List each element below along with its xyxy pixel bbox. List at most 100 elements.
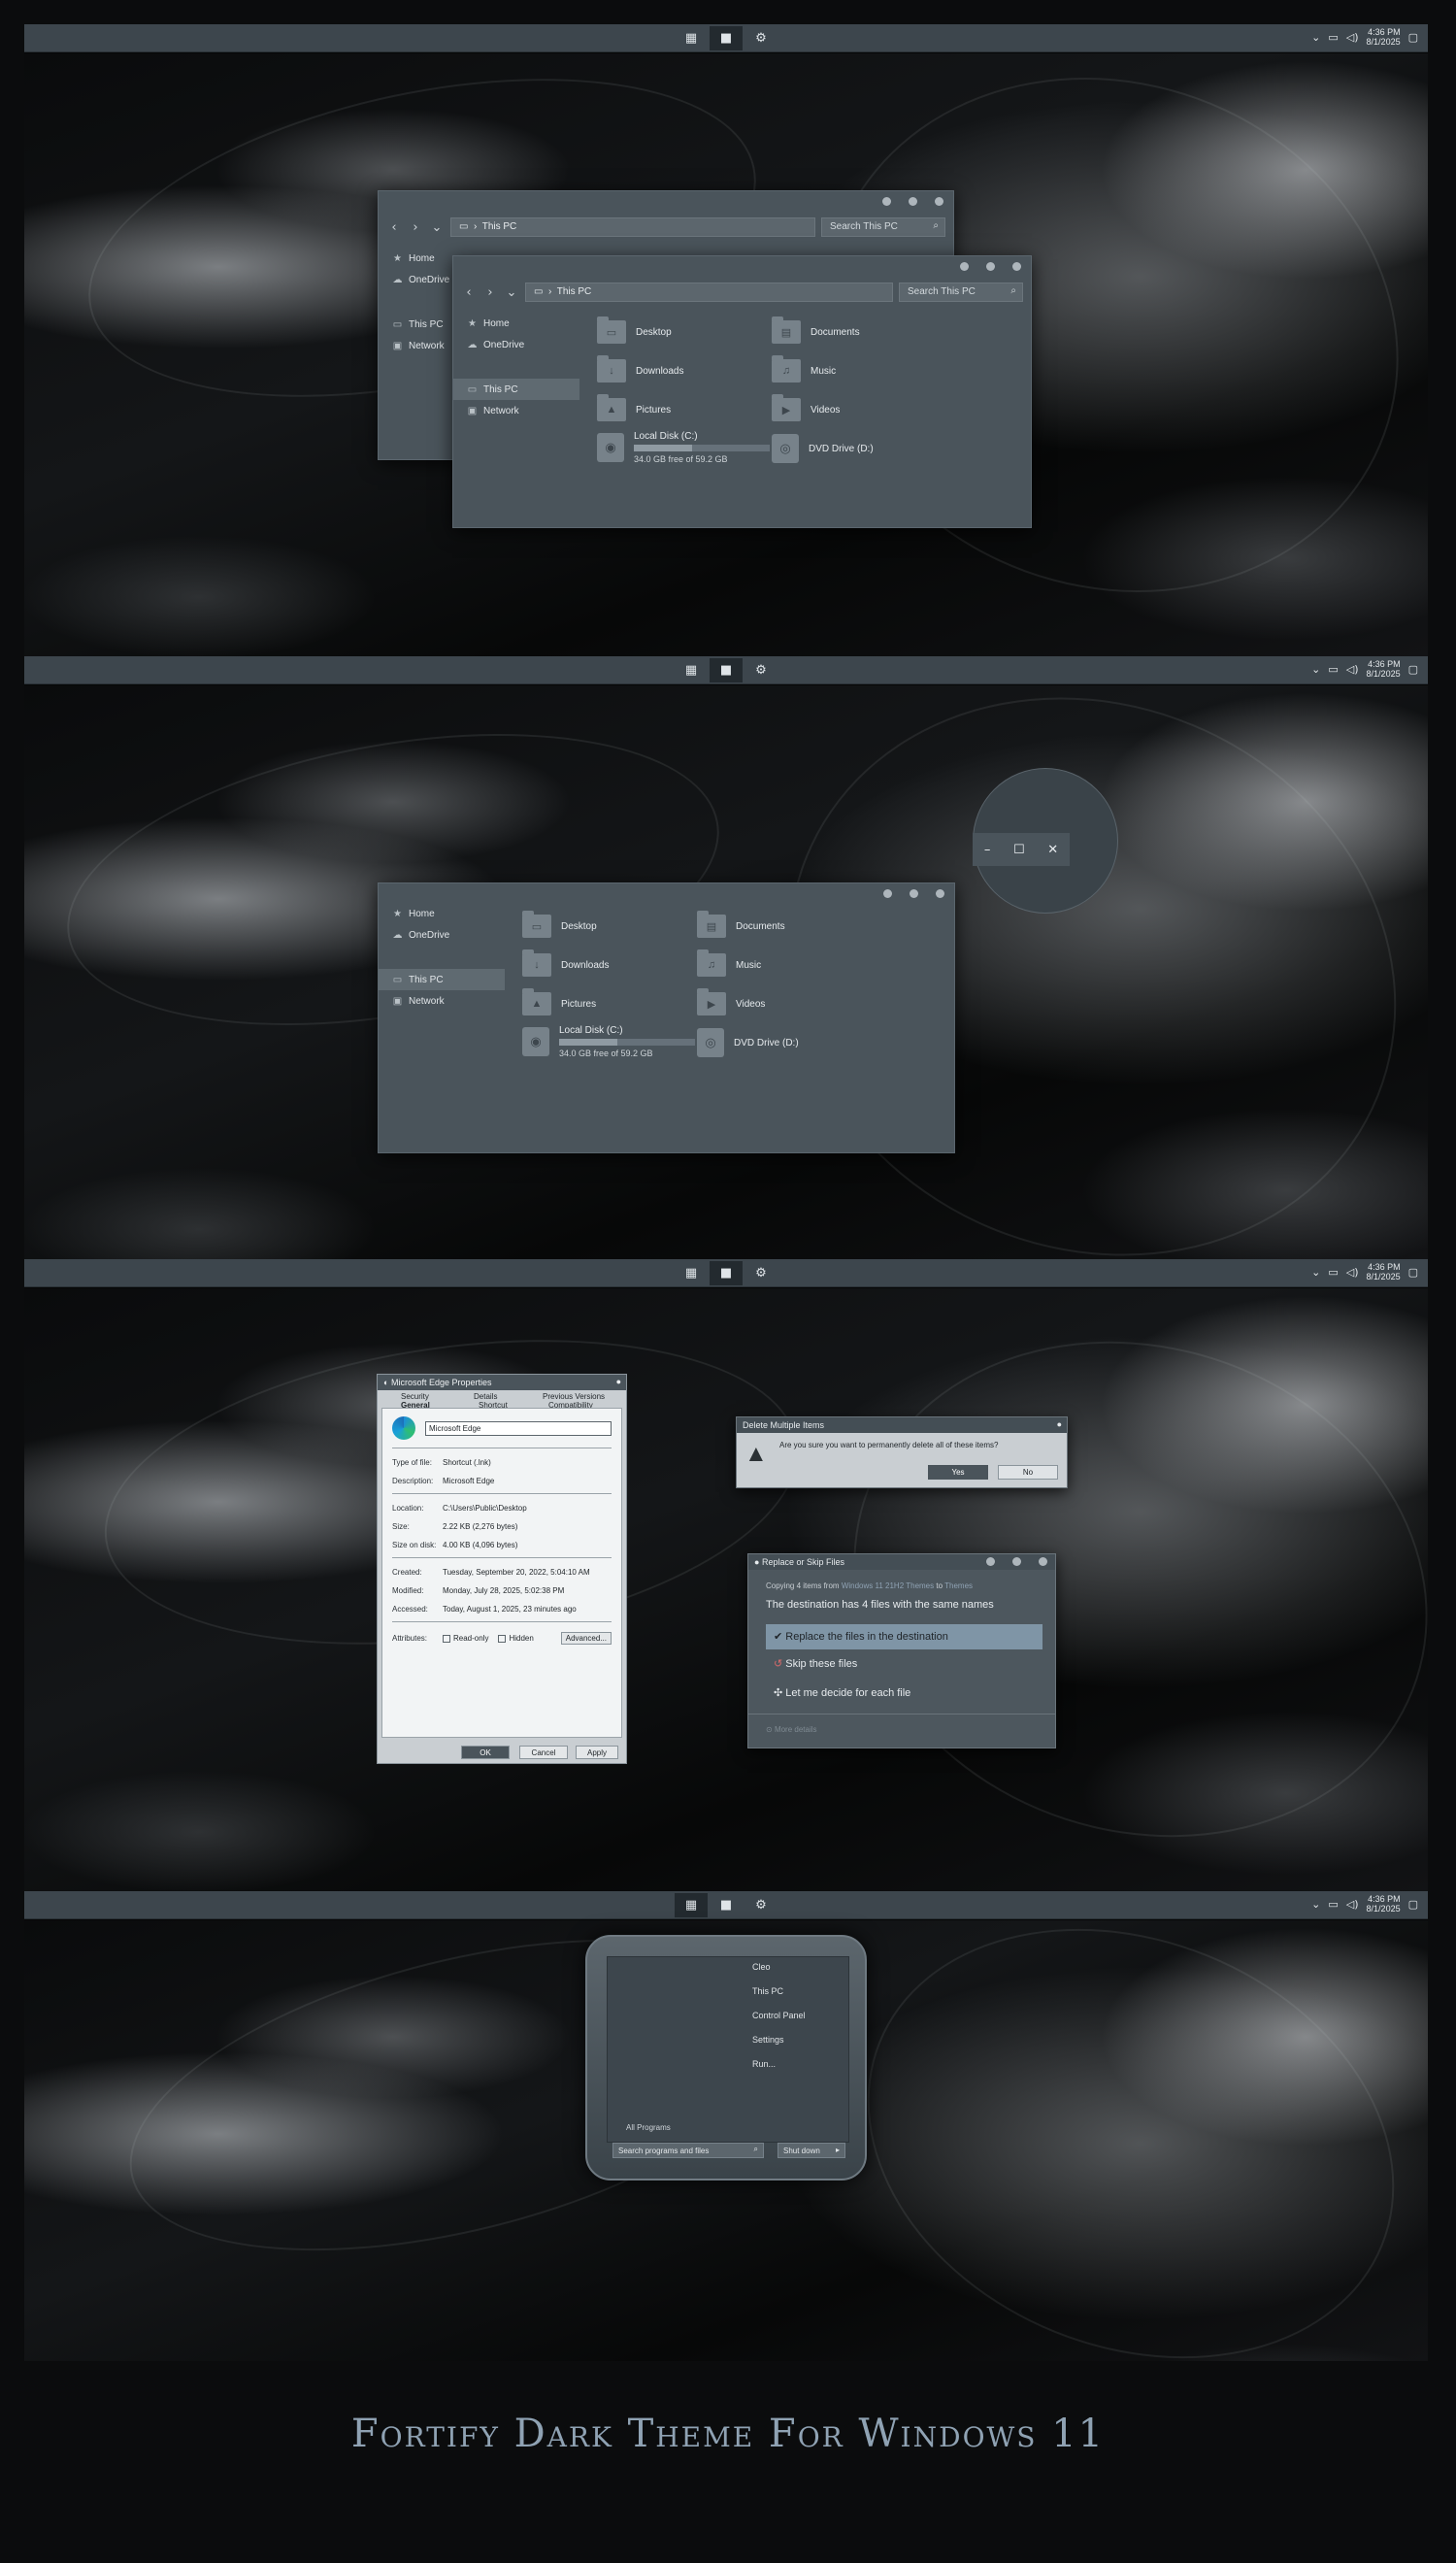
sidebar-item-onedrive[interactable]: ☁ OneDrive [379,924,505,946]
close-icon[interactable]: ● [616,1377,621,1386]
chevron-up-icon[interactable]: ⌄ [1311,663,1320,676]
tab-details[interactable]: Details [474,1392,497,1401]
start-grid-icon[interactable]: ▦ [675,658,708,682]
folder-downloads[interactable]: ↓ Downloads [597,355,683,383]
chevron-up-icon[interactable]: ⌄ [1311,1266,1320,1279]
close-button[interactable] [936,889,944,898]
folder-videos[interactable]: ▶ Videos [697,988,765,1015]
settings-icon[interactable]: ⚙ [745,1893,778,1917]
yes-button[interactable]: Yes [928,1465,988,1480]
minimize-button[interactable] [986,1557,995,1566]
search-input[interactable]: Search This PC ⌕ [821,217,945,237]
folder-pictures[interactable]: ▲ Pictures [522,988,596,1015]
settings-icon[interactable]: ⚙ [745,658,778,682]
sidebar-item-home[interactable]: ★ Home [453,313,579,334]
file-explorer-icon[interactable]: ■ [710,26,743,50]
shutdown-button[interactable]: Shut down ▸ [778,2143,845,2158]
tab-previous-versions[interactable]: Previous Versions [543,1392,605,1401]
chevron-up-icon[interactable]: ⌄ [1311,31,1320,44]
hidden-checkbox[interactable] [498,1634,507,1643]
clock[interactable]: 4:36 PM 8/1/2025 [1367,1262,1401,1282]
notification-icon[interactable]: ▢ [1408,663,1418,676]
cancel-button[interactable]: Cancel [519,1746,568,1759]
volume-icon[interactable]: ◁) [1346,1898,1359,1911]
no-button[interactable]: No [998,1465,1058,1480]
search-input[interactable]: Search This PC ⌕ [899,283,1023,302]
close-button[interactable] [1039,1557,1047,1566]
volume-icon[interactable]: ◁) [1346,31,1359,44]
name-field[interactable]: Microsoft Edge [425,1420,612,1436]
forward-arrow-icon[interactable]: › [482,285,498,300]
minimize-button[interactable] [883,889,892,898]
chevron-up-icon[interactable]: ⌄ [1311,1898,1320,1911]
network-icon[interactable]: ▭ [1328,31,1338,44]
close-icon[interactable]: ✕ [1047,843,1058,857]
maximize-button[interactable] [986,262,995,271]
notification-icon[interactable]: ▢ [1408,1266,1418,1279]
folder-documents[interactable]: ▤ Documents [772,316,860,344]
clock[interactable]: 4:36 PM 8/1/2025 [1367,27,1401,47]
minimize-button[interactable] [882,197,891,206]
start-link-this-pc[interactable]: This PC [752,1986,806,2011]
close-button[interactable] [1012,262,1021,271]
notification-icon[interactable]: ▢ [1408,31,1418,44]
network-icon[interactable]: ▭ [1328,1898,1338,1911]
drive-d[interactable]: ◎ DVD Drive (D:) [772,434,874,463]
file-explorer-icon[interactable]: ■ [710,1261,743,1285]
sidebar-item-network[interactable]: ▣ Network [379,990,505,1012]
close-icon[interactable]: ● [1057,1419,1062,1429]
back-arrow-icon[interactable]: ‹ [386,220,402,235]
minimize-icon[interactable]: – [984,843,991,857]
more-details-toggle[interactable]: ⊙ More details [766,1725,817,1734]
clock[interactable]: 4:36 PM 8/1/2025 [1367,659,1401,679]
folder-desktop[interactable]: ▭ Desktop [597,316,672,344]
folder-documents[interactable]: ▤ Documents [697,911,785,938]
file-explorer-icon[interactable]: ■ [710,658,743,682]
drive-c[interactable]: ◉ Local Disk (C:) 34.0 GB free of 59.2 GB [597,431,770,464]
folder-downloads[interactable]: ↓ Downloads [522,949,609,977]
sidebar-item-home[interactable]: ★ Home [379,903,505,924]
file-explorer-icon[interactable]: ■ [710,1893,743,1917]
start-link-run[interactable]: Run... [752,2059,806,2083]
volume-icon[interactable]: ◁) [1346,1266,1359,1279]
volume-icon[interactable]: ◁) [1346,663,1359,676]
folder-pictures[interactable]: ▲ Pictures [597,394,671,421]
chevron-down-icon[interactable]: ⌄ [504,285,519,300]
close-button[interactable] [935,197,943,206]
ok-button[interactable]: OK [461,1746,510,1759]
drive-c[interactable]: ◉ Local Disk (C:) 34.0 GB free of 59.2 GB [522,1025,695,1058]
advanced-button[interactable]: Advanced... [560,1632,612,1645]
forward-arrow-icon[interactable]: › [408,220,423,235]
start-link-control-panel[interactable]: Control Panel [752,2011,806,2035]
maximize-icon[interactable]: ☐ [1013,843,1025,857]
apply-button[interactable]: Apply [576,1746,618,1759]
start-search-input[interactable]: Search programs and files ⌕ [612,2143,764,2158]
start-grid-icon[interactable]: ▦ [675,26,708,50]
notification-icon[interactable]: ▢ [1408,1898,1418,1911]
sidebar-item-this-pc[interactable]: ▭ This PC [379,969,505,990]
tab-security[interactable]: Security [401,1392,429,1401]
folder-music[interactable]: ♫ Music [697,949,761,977]
drive-d[interactable]: ◎ DVD Drive (D:) [697,1028,799,1057]
back-arrow-icon[interactable]: ‹ [461,285,477,300]
settings-icon[interactable]: ⚙ [745,26,778,50]
sidebar-item-this-pc[interactable]: ▭ This PC [453,379,579,400]
start-link-settings[interactable]: Settings [752,2035,806,2059]
network-icon[interactable]: ▭ [1328,1266,1338,1279]
replace-option[interactable]: ✔ Replace the files in the destination [766,1624,1042,1649]
all-programs-link[interactable]: All Programs [626,2123,671,2132]
readonly-checkbox[interactable] [443,1634,450,1643]
folder-videos[interactable]: ▶ Videos [772,394,840,421]
maximize-button[interactable] [909,197,917,206]
sidebar-item-onedrive[interactable]: ☁ OneDrive [453,334,579,355]
start-link-cleo[interactable]: Cleo [752,1962,806,1986]
chevron-down-icon[interactable]: ⌄ [429,220,445,235]
maximize-button[interactable] [1012,1557,1021,1566]
address-bar[interactable]: ▭ › This PC [450,217,815,237]
sidebar-item-network[interactable]: ▣ Network [453,400,579,421]
decide-option[interactable]: ✣ Let me decide for each file [774,1686,910,1699]
start-grid-icon[interactable]: ▦ [675,1261,708,1285]
folder-desktop[interactable]: ▭ Desktop [522,911,597,938]
folder-music[interactable]: ♫ Music [772,355,836,383]
skip-option[interactable]: ↺ Skip these files [774,1657,857,1670]
